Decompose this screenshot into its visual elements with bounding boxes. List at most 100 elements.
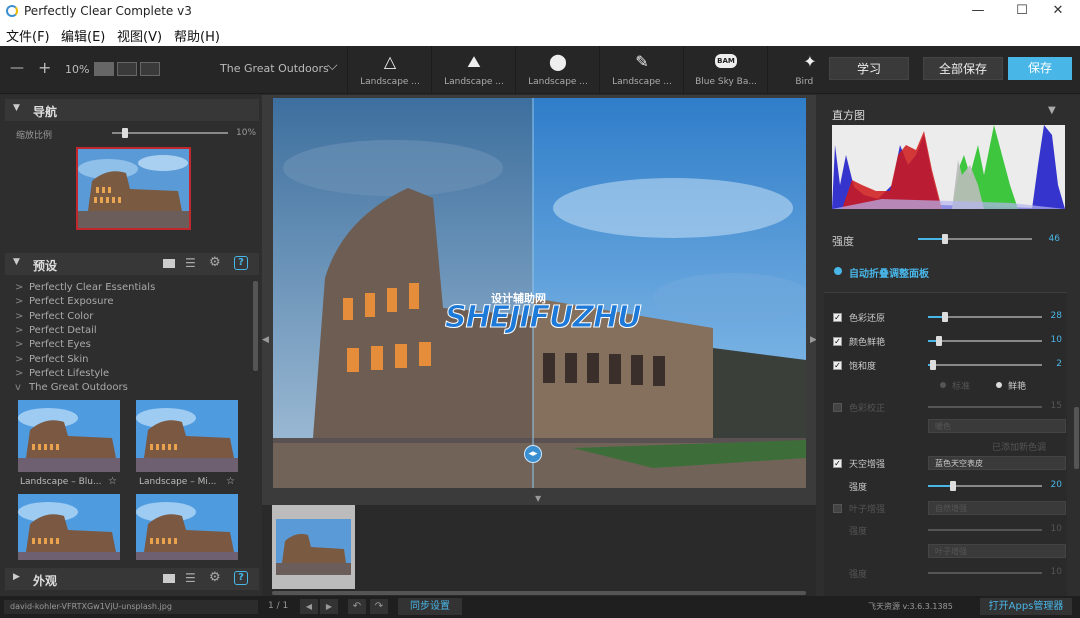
prev-image-button[interactable]: ◀ bbox=[300, 599, 318, 614]
preset-thumbnail[interactable] bbox=[136, 400, 238, 472]
slider-knob[interactable] bbox=[929, 360, 936, 370]
chevron-down-icon[interactable]: ⌵ bbox=[327, 58, 338, 74]
preset-group-item[interactable]: > Perfect Detail bbox=[15, 325, 97, 336]
foliage-strength-slider[interactable] bbox=[928, 529, 1042, 531]
preset-group-item[interactable]: > Perfect Exposure bbox=[15, 296, 114, 307]
preset-tile[interactable]: ✦ Bird ... bbox=[767, 46, 817, 94]
adjustment-slider[interactable] bbox=[928, 312, 1042, 322]
preset-tile[interactable]: ⛰ Landscape ... bbox=[431, 46, 515, 94]
gear-icon[interactable]: ⚙ bbox=[209, 255, 221, 270]
adjustment-checkbox[interactable]: ✓ bbox=[833, 361, 842, 370]
extra-strength-slider[interactable] bbox=[928, 572, 1042, 574]
close-button[interactable]: ✕ bbox=[1036, 0, 1080, 23]
menu-view[interactable]: 视图(V) bbox=[117, 26, 162, 45]
preset-group-item[interactable]: > Perfect Skin bbox=[15, 354, 88, 365]
sync-settings-button[interactable]: 同步设置 bbox=[398, 598, 462, 615]
grid-view-icon[interactable] bbox=[163, 574, 175, 583]
preset-thumbnail-label: Landscape – Blu... bbox=[20, 477, 102, 487]
sky-strength-label: 强度 bbox=[849, 483, 868, 493]
extra-select[interactable]: 叶子增强 bbox=[928, 544, 1066, 558]
sky-strength-slider[interactable] bbox=[928, 481, 1042, 491]
list-view-icon[interactable]: ☰ bbox=[185, 571, 196, 585]
redo-icon[interactable]: ↷ bbox=[370, 599, 388, 614]
slider-knob[interactable] bbox=[942, 312, 949, 322]
preset-group-item[interactable]: > Perfect Lifestyle bbox=[15, 368, 109, 379]
side-by-side-view-button[interactable] bbox=[140, 62, 160, 76]
color-correction-slider[interactable] bbox=[928, 406, 1042, 408]
filename-select[interactable]: david-kohler-VFRTXGw1VjU-unsplash.jpg bbox=[4, 600, 258, 614]
collapse-icon[interactable]: ▼ bbox=[1048, 105, 1056, 116]
navigator-header[interactable]: ▼ 导航 bbox=[5, 99, 259, 121]
preset-thumbnail[interactable] bbox=[136, 494, 238, 560]
gear-icon[interactable]: ⚙ bbox=[209, 570, 221, 585]
grid-view-icon[interactable] bbox=[163, 259, 175, 268]
zoom-out-button[interactable]: — bbox=[10, 60, 24, 76]
menu-file[interactable]: 文件(F) bbox=[6, 26, 50, 45]
foliage-label: 叶子增强 bbox=[849, 505, 886, 515]
presets-header[interactable]: ▼ 预设 ☰ ⚙ ? bbox=[5, 253, 259, 275]
navigator-zoom-slider[interactable] bbox=[112, 128, 228, 138]
filmstrip-toggle-icon[interactable]: ▼ bbox=[535, 494, 541, 503]
color-correction-select[interactable]: 暖色 bbox=[928, 419, 1066, 433]
filmstrip-scrollbar[interactable] bbox=[272, 591, 806, 595]
slider-knob[interactable] bbox=[942, 234, 949, 244]
preset-tile[interactable]: ✎ Landscape ... bbox=[599, 46, 683, 94]
next-image-button[interactable]: ▶ bbox=[320, 599, 338, 614]
slider-knob[interactable] bbox=[950, 481, 957, 491]
appearance-header[interactable]: ▶ 外观 ☰ ⚙ ? bbox=[5, 568, 259, 590]
preset-scrollbar[interactable] bbox=[253, 281, 258, 371]
preset-thumbnail[interactable] bbox=[18, 400, 120, 472]
navigator-preview[interactable] bbox=[76, 147, 191, 230]
adjustment-slider[interactable] bbox=[928, 336, 1042, 346]
preset-tile[interactable]: BAM Blue Sky Ba... bbox=[683, 46, 767, 94]
strength-slider[interactable] bbox=[918, 234, 1032, 244]
preset-thumbnail[interactable] bbox=[18, 494, 120, 560]
preset-group-item[interactable]: > Perfect Color bbox=[15, 311, 93, 322]
learn-button[interactable]: 学习 bbox=[829, 57, 909, 80]
main-photo[interactable]: ◂▸ 设计辅助网 SHEJIFUZHU bbox=[273, 98, 806, 488]
help-icon[interactable]: ? bbox=[234, 256, 248, 270]
adjustment-checkbox[interactable]: ✓ bbox=[833, 313, 842, 322]
save-button[interactable]: 保存 bbox=[1008, 57, 1072, 80]
adjustment-checkbox[interactable]: ✓ bbox=[833, 337, 842, 346]
help-icon[interactable]: ? bbox=[234, 571, 248, 585]
favorite-star-icon[interactable]: ☆ bbox=[108, 476, 117, 487]
watermark-logo: SHEJIFUZHU bbox=[445, 300, 643, 336]
collapse-left-panel-icon[interactable]: ◀ bbox=[262, 335, 269, 345]
slider-knob[interactable] bbox=[936, 336, 943, 346]
slider-knob[interactable] bbox=[121, 128, 128, 138]
preset-thumbnail-label: Landscape – Mi... bbox=[139, 477, 217, 487]
list-view-icon[interactable]: ☰ bbox=[185, 256, 196, 270]
colosseum-thumbnail bbox=[78, 149, 189, 228]
foliage-select[interactable]: 自然增强 bbox=[928, 501, 1066, 515]
chevron-right-icon: > bbox=[15, 324, 24, 336]
preset-tile[interactable]: △ Landscape ... bbox=[347, 46, 431, 94]
undo-icon[interactable]: ↶ bbox=[348, 599, 366, 614]
radio-standard[interactable] bbox=[940, 382, 946, 388]
save-all-button[interactable]: 全部保存 bbox=[923, 57, 1003, 80]
sky-enhance-checkbox[interactable]: ✓ bbox=[833, 459, 842, 468]
adjustment-value: 2 bbox=[1056, 359, 1062, 369]
sky-enhance-select[interactable]: 蓝色天空表皮 bbox=[928, 456, 1066, 470]
split-handle[interactable]: ◂▸ bbox=[524, 445, 542, 463]
foliage-checkbox[interactable] bbox=[833, 504, 842, 513]
single-view-button[interactable] bbox=[94, 62, 114, 76]
right-panel-scrollbar[interactable] bbox=[1074, 407, 1079, 469]
color-correction-checkbox[interactable] bbox=[833, 403, 842, 412]
minimize-button[interactable]: — bbox=[956, 0, 1000, 23]
filmstrip-item[interactable] bbox=[272, 505, 355, 589]
auto-panel-toggle[interactable]: 自动折叠调整面板 bbox=[849, 265, 929, 280]
open-apps-manager-button[interactable]: 打开Apps管理器 bbox=[980, 598, 1072, 615]
preset-tile[interactable]: ⬤ Landscape ... bbox=[515, 46, 599, 94]
preset-group-item[interactable]: > Perfect Eyes bbox=[15, 339, 91, 350]
preset-group-item[interactable]: v The Great Outdoors bbox=[15, 382, 128, 393]
preset-group-item[interactable]: > Perfectly Clear Essentials bbox=[15, 282, 155, 293]
favorite-star-icon[interactable]: ☆ bbox=[226, 476, 235, 487]
adjustment-slider[interactable] bbox=[928, 360, 1042, 370]
split-view-button[interactable] bbox=[117, 62, 137, 76]
preset-group-select[interactable]: The Great Outdoors bbox=[220, 62, 329, 75]
radio-vivid[interactable] bbox=[996, 382, 1002, 388]
zoom-in-button[interactable]: + bbox=[38, 58, 51, 77]
menu-edit[interactable]: 编辑(E) bbox=[61, 26, 105, 45]
menu-help[interactable]: 帮助(H) bbox=[174, 26, 220, 45]
